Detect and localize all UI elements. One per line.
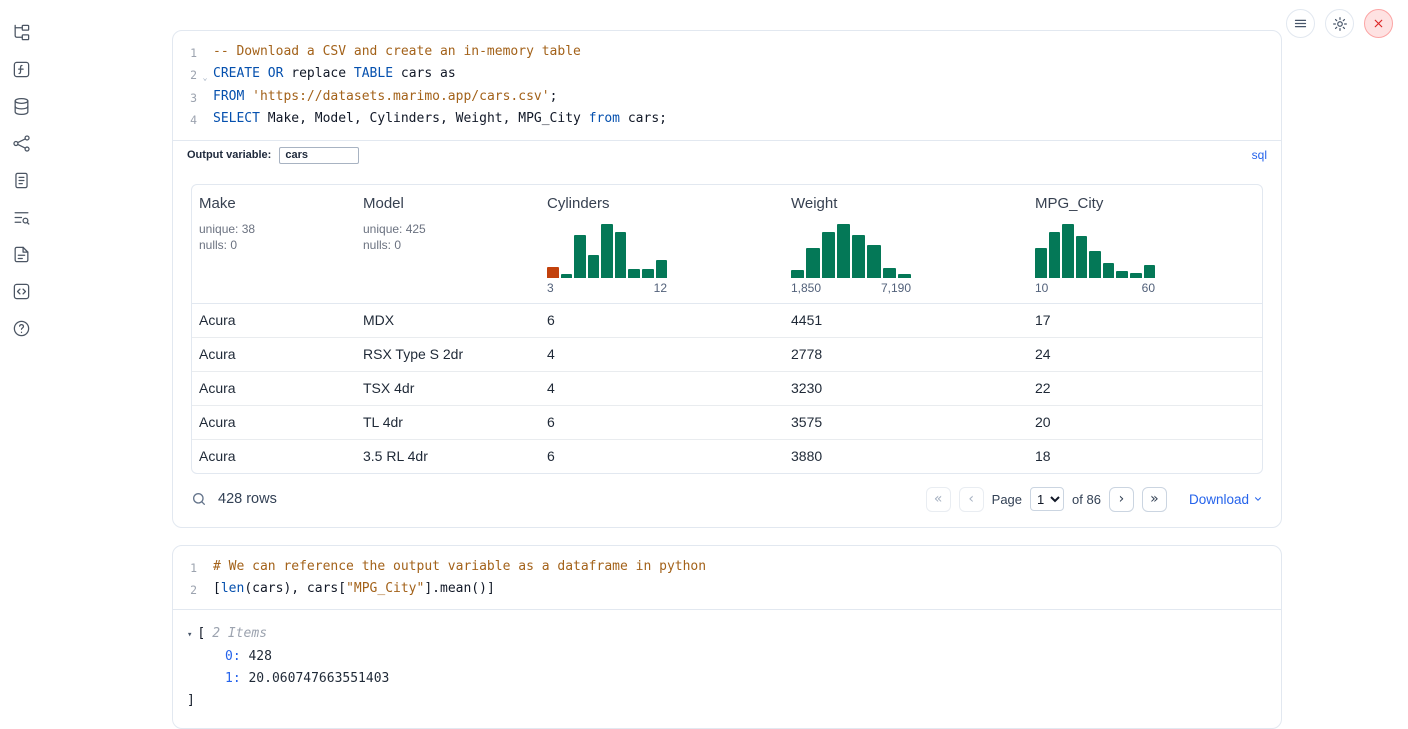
topbar [1286, 9, 1393, 38]
line-number: 4 [173, 109, 197, 131]
dependency-graph-icon[interactable] [11, 133, 31, 153]
menu-button[interactable] [1286, 9, 1315, 38]
code-line: 3 FROM 'https://datasets.marimo.app/cars… [173, 87, 1281, 109]
cell-python: 1 # We can reference the output variable… [172, 545, 1282, 729]
line-number: 1 [173, 42, 197, 64]
column-header-model[interactable]: Model unique: 425 nulls: 0 [356, 185, 540, 303]
code-line: 4 SELECT Make, Model, Cylinders, Weight,… [173, 109, 1281, 131]
documentation-icon[interactable] [11, 244, 31, 264]
search-icon [191, 491, 207, 507]
weight-histogram[interactable]: 1,850 7,190 [791, 224, 911, 295]
data-table: Make unique: 38 nulls: 0 Model unique: 4… [191, 184, 1263, 474]
hist-min: 1,850 [791, 281, 821, 295]
database-icon[interactable] [11, 96, 31, 116]
tree-item-key: 0: [225, 649, 241, 664]
code-line: 2 ⌄ CREATE OR replace TABLE cars as [173, 64, 1281, 88]
output-variable-input[interactable] [279, 147, 359, 164]
hist-max: 60 [1142, 281, 1155, 295]
function-square-icon[interactable] [11, 59, 31, 79]
tree-root: ▾ [ 2 Items [187, 623, 1267, 646]
close-bracket: ] [187, 690, 1267, 712]
fold-chevron-icon[interactable]: ⌄ [197, 64, 213, 88]
code-line: 2 [len(cars), cars["MPG_City"].mean()] [173, 579, 1281, 601]
hist-min: 3 [547, 281, 554, 295]
table-footer: 428 rows « ‹ Page 1 of 86 › » Download [173, 474, 1281, 527]
prev-page-button[interactable]: ‹ [959, 487, 984, 512]
items-count: 2 Items [212, 623, 267, 645]
line-number: 2 [173, 579, 197, 601]
search-button[interactable] [191, 491, 207, 507]
output-variable-bar: Output variable: sql [173, 140, 1281, 170]
python-code-editor[interactable]: 1 # We can reference the output variable… [173, 546, 1281, 609]
snippets-icon[interactable] [11, 281, 31, 301]
table-row: Acura TL 4dr 6 3575 20 [192, 405, 1262, 439]
table-row: Acura TSX 4dr 4 3230 22 [192, 371, 1262, 405]
sql-code-editor[interactable]: 1 -- Download a CSV and create an in-mem… [173, 31, 1281, 140]
tree-item-value: 20.060747663551403 [248, 671, 389, 686]
line-number: 3 [173, 87, 197, 109]
hist-max: 7,190 [881, 281, 911, 295]
language-badge: sql [1252, 148, 1267, 162]
column-header-weight[interactable]: Weight 1,850 7,190 [784, 185, 1028, 303]
next-page-button[interactable]: › [1109, 487, 1134, 512]
hist-max: 12 [654, 281, 667, 295]
sql-url-string: 'https://datasets.marimo.app/cars.csv' [252, 89, 549, 104]
table-row: Acura RSX Type S 2dr 4 2778 24 [192, 337, 1262, 371]
output-variable-label: Output variable: [187, 149, 271, 161]
table-row: Acura MDX 6 4451 17 [192, 304, 1262, 337]
tree-item-key: 1: [225, 671, 241, 686]
sidebar [11, 22, 31, 338]
column-header-mpg-city[interactable]: MPG_City 10 60 [1028, 185, 1262, 303]
pagination: « ‹ Page 1 of 86 › » Download [926, 487, 1263, 512]
column-header-cylinders[interactable]: Cylinders 3 12 [540, 185, 784, 303]
page-select[interactable]: 1 [1030, 487, 1064, 511]
download-button[interactable]: Download [1189, 492, 1263, 507]
code-line: 1 # We can reference the output variable… [173, 557, 1281, 579]
notebook-area: 1 -- Download a CSV and create an in-mem… [172, 30, 1282, 729]
tree-item: 1: 20.060747663551403 [187, 668, 1267, 690]
code-line: 1 -- Download a CSV and create an in-mem… [173, 42, 1281, 64]
menu-icon [1293, 16, 1308, 31]
cell-output-tree: ▾ [ 2 Items 0: 428 1: 20.060747663551403… [173, 609, 1281, 728]
mpg-city-histogram[interactable]: 10 60 [1035, 224, 1155, 295]
hist-min: 10 [1035, 281, 1048, 295]
table-header: Make unique: 38 nulls: 0 Model unique: 4… [192, 185, 1262, 304]
page-total: of 86 [1072, 492, 1101, 507]
logs-search-icon[interactable] [11, 207, 31, 227]
tree-collapse-icon[interactable]: ▾ [187, 624, 192, 646]
help-circle-icon[interactable] [11, 318, 31, 338]
last-page-button[interactable]: » [1142, 487, 1167, 512]
first-page-button[interactable]: « [926, 487, 951, 512]
table-row: Acura 3.5 RL 4dr 6 3880 18 [192, 439, 1262, 473]
column-header-make[interactable]: Make unique: 38 nulls: 0 [192, 185, 356, 303]
cylinders-histogram[interactable]: 3 12 [547, 224, 667, 295]
tree-item: 0: 428 [187, 646, 1267, 668]
gear-icon [1332, 16, 1348, 32]
column-stats: unique: 425 nulls: 0 [363, 221, 528, 253]
open-bracket: [ [197, 623, 205, 645]
line-number: 2 [173, 64, 197, 88]
chevron-down-icon [1253, 494, 1263, 504]
scratchpad-icon[interactable] [11, 170, 31, 190]
sql-comment: -- Download a CSV and create an in-memor… [213, 44, 581, 59]
line-number: 1 [173, 557, 197, 579]
shutdown-button[interactable] [1364, 9, 1393, 38]
column-stats: unique: 38 nulls: 0 [199, 221, 344, 253]
close-icon [1372, 17, 1385, 30]
python-comment: # We can reference the output variable a… [213, 559, 706, 574]
row-count: 428 rows [218, 491, 277, 507]
page-label: Page [992, 492, 1022, 507]
file-tree-icon[interactable] [11, 22, 31, 42]
cell-sql: 1 -- Download a CSV and create an in-mem… [172, 30, 1282, 528]
tree-item-value: 428 [248, 649, 271, 664]
settings-button[interactable] [1325, 9, 1354, 38]
